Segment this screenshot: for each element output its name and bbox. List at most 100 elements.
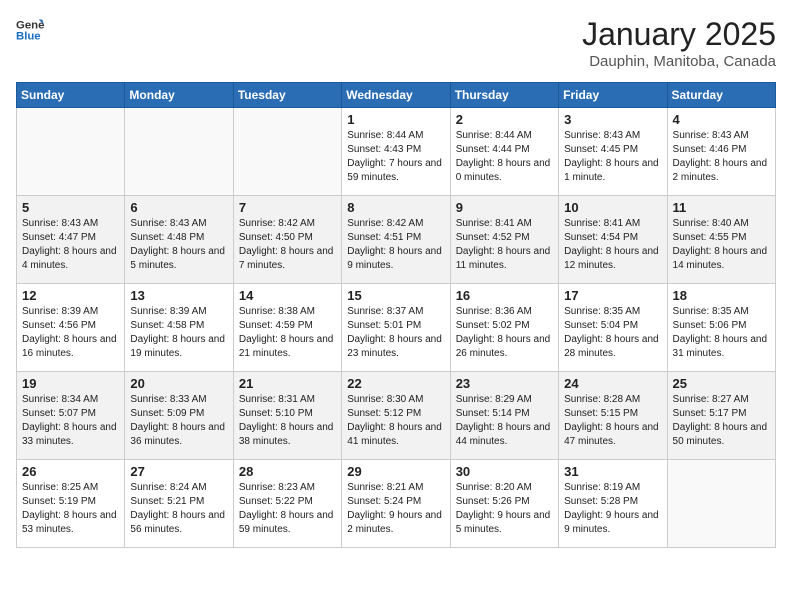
calendar-title: January 2025	[582, 16, 776, 53]
day-cell: 31 Sunrise: 8:19 AM Sunset: 5:28 PM Dayli…	[559, 460, 667, 548]
day-info: Sunrise: 8:41 AM Sunset: 4:54 PM Dayligh…	[564, 217, 661, 273]
day-cell: 4 Sunrise: 8:43 AM Sunset: 4:46 PM Daylig…	[667, 108, 775, 196]
day-info: Sunrise: 8:44 AM Sunset: 4:43 PM Dayligh…	[347, 129, 444, 185]
day-cell: 23Sunrise: 8:29 AM Sunset: 5:14 PM Dayli…	[450, 372, 558, 460]
calendar-subtitle: Dauphin, Manitoba, Canada	[582, 53, 776, 70]
day-info: Sunrise: 8:39 AM Sunset: 4:58 PM Dayligh…	[130, 305, 227, 361]
day-number: 14	[239, 288, 336, 303]
svg-text:General: General	[16, 19, 44, 31]
day-cell: 10 Sunrise: 8:41 AM Sunset: 4:54 PM Dayli…	[559, 196, 667, 284]
day-info: Sunrise: 8:36 AM Sunset: 5:02 PM Dayligh…	[456, 305, 553, 361]
day-cell: 8 Sunrise: 8:42 AM Sunset: 4:51 PM Daylig…	[342, 196, 450, 284]
day-cell: 5 Sunrise: 8:43 AM Sunset: 4:47 PM Daylig…	[17, 196, 125, 284]
header-friday: Friday	[559, 83, 667, 108]
day-number: 26	[22, 464, 119, 479]
day-info: Sunrise: 8:24 AM Sunset: 5:21 PM Dayligh…	[130, 481, 227, 537]
day-cell: 9 Sunrise: 8:41 AM Sunset: 4:52 PM Daylig…	[450, 196, 558, 284]
logo: General Blue	[16, 16, 44, 44]
day-info: Sunrise: 8:20 AM Sunset: 5:26 PM Dayligh…	[456, 481, 553, 537]
day-info: Sunrise: 8:19 AM Sunset: 5:28 PM Dayligh…	[564, 481, 661, 537]
day-info: Sunrise: 8:30 AM Sunset: 5:12 PM Dayligh…	[347, 393, 444, 449]
day-number: 8	[347, 200, 444, 215]
day-cell: 16 Sunrise: 8:36 AM Sunset: 5:02 PM Dayli…	[450, 284, 558, 372]
day-cell: 7 Sunrise: 8:42 AM Sunset: 4:50 PM Daylig…	[233, 196, 341, 284]
day-cell: 12Sunrise: 8:39 AM Sunset: 4:56 PM Dayli…	[17, 284, 125, 372]
day-number: 16	[456, 288, 553, 303]
day-number: 1	[347, 112, 444, 127]
header-sunday: Sunday	[17, 83, 125, 108]
day-info: Sunrise: 8:41 AM Sunset: 4:52 PM Dayligh…	[456, 217, 553, 273]
day-number: 11	[673, 200, 770, 215]
header-thursday: Thursday	[450, 83, 558, 108]
day-number: 17	[564, 288, 661, 303]
day-info: Sunrise: 8:42 AM Sunset: 4:50 PM Dayligh…	[239, 217, 336, 273]
week-row-2: 5 Sunrise: 8:43 AM Sunset: 4:47 PM Daylig…	[17, 196, 776, 284]
day-cell	[17, 108, 125, 196]
day-number: 19	[22, 376, 119, 391]
day-cell: 3Sunrise: 8:43 AM Sunset: 4:45 PM Daylig…	[559, 108, 667, 196]
day-number: 27	[130, 464, 227, 479]
day-info: Sunrise: 8:35 AM Sunset: 5:04 PM Dayligh…	[564, 305, 661, 361]
day-cell: 1 Sunrise: 8:44 AM Sunset: 4:43 PM Daylig…	[342, 108, 450, 196]
day-number: 25	[673, 376, 770, 391]
day-info: Sunrise: 8:31 AM Sunset: 5:10 PM Dayligh…	[239, 393, 336, 449]
day-number: 9	[456, 200, 553, 215]
day-info: Sunrise: 8:35 AM Sunset: 5:06 PM Dayligh…	[673, 305, 770, 361]
day-cell: 20Sunrise: 8:33 AM Sunset: 5:09 PM Dayli…	[125, 372, 233, 460]
day-number: 6	[130, 200, 227, 215]
day-cell: 19Sunrise: 8:34 AM Sunset: 5:07 PM Dayli…	[17, 372, 125, 460]
day-info: Sunrise: 8:23 AM Sunset: 5:22 PM Dayligh…	[239, 481, 336, 537]
day-number: 31	[564, 464, 661, 479]
day-cell: 26Sunrise: 8:25 AM Sunset: 5:19 PM Dayli…	[17, 460, 125, 548]
day-number: 13	[130, 288, 227, 303]
day-number: 3	[564, 112, 661, 127]
svg-text:Blue: Blue	[16, 31, 41, 43]
day-cell: 29 Sunrise: 8:21 AM Sunset: 5:24 PM Dayli…	[342, 460, 450, 548]
week-row-5: 26Sunrise: 8:25 AM Sunset: 5:19 PM Dayli…	[17, 460, 776, 548]
day-number: 15	[347, 288, 444, 303]
day-cell: 21 Sunrise: 8:31 AM Sunset: 5:10 PM Dayli…	[233, 372, 341, 460]
day-number: 21	[239, 376, 336, 391]
day-number: 2	[456, 112, 553, 127]
day-number: 7	[239, 200, 336, 215]
day-cell: 30Sunrise: 8:20 AM Sunset: 5:26 PM Dayli…	[450, 460, 558, 548]
day-info: Sunrise: 8:42 AM Sunset: 4:51 PM Dayligh…	[347, 217, 444, 273]
logo-icon: General Blue	[16, 16, 44, 44]
day-info: Sunrise: 8:43 AM Sunset: 4:46 PM Dayligh…	[673, 129, 770, 185]
day-info: Sunrise: 8:21 AM Sunset: 5:24 PM Dayligh…	[347, 481, 444, 537]
day-cell: 18 Sunrise: 8:35 AM Sunset: 5:06 PM Dayli…	[667, 284, 775, 372]
day-number: 22	[347, 376, 444, 391]
day-cell: 2Sunrise: 8:44 AM Sunset: 4:44 PM Daylig…	[450, 108, 558, 196]
day-number: 23	[456, 376, 553, 391]
day-cell: 22 Sunrise: 8:30 AM Sunset: 5:12 PM Dayli…	[342, 372, 450, 460]
day-cell: 13 Sunrise: 8:39 AM Sunset: 4:58 PM Dayli…	[125, 284, 233, 372]
title-block: January 2025 Dauphin, Manitoba, Canada	[582, 16, 776, 70]
day-cell: 11Sunrise: 8:40 AM Sunset: 4:55 PM Dayli…	[667, 196, 775, 284]
day-info: Sunrise: 8:28 AM Sunset: 5:15 PM Dayligh…	[564, 393, 661, 449]
day-number: 24	[564, 376, 661, 391]
day-info: Sunrise: 8:38 AM Sunset: 4:59 PM Dayligh…	[239, 305, 336, 361]
week-row-3: 12Sunrise: 8:39 AM Sunset: 4:56 PM Dayli…	[17, 284, 776, 372]
header-saturday: Saturday	[667, 83, 775, 108]
week-row-4: 19Sunrise: 8:34 AM Sunset: 5:07 PM Dayli…	[17, 372, 776, 460]
day-cell	[667, 460, 775, 548]
day-info: Sunrise: 8:39 AM Sunset: 4:56 PM Dayligh…	[22, 305, 119, 361]
day-cell: 25Sunrise: 8:27 AM Sunset: 5:17 PM Dayli…	[667, 372, 775, 460]
day-number: 29	[347, 464, 444, 479]
header-wednesday: Wednesday	[342, 83, 450, 108]
day-number: 4	[673, 112, 770, 127]
day-info: Sunrise: 8:43 AM Sunset: 4:47 PM Dayligh…	[22, 217, 119, 273]
day-cell: 24 Sunrise: 8:28 AM Sunset: 5:15 PM Dayli…	[559, 372, 667, 460]
week-row-1: 1 Sunrise: 8:44 AM Sunset: 4:43 PM Daylig…	[17, 108, 776, 196]
day-number: 28	[239, 464, 336, 479]
day-cell: 27 Sunrise: 8:24 AM Sunset: 5:21 PM Dayli…	[125, 460, 233, 548]
day-info: Sunrise: 8:37 AM Sunset: 5:01 PM Dayligh…	[347, 305, 444, 361]
day-cell: 14 Sunrise: 8:38 AM Sunset: 4:59 PM Dayli…	[233, 284, 341, 372]
day-number: 5	[22, 200, 119, 215]
day-cell	[233, 108, 341, 196]
day-cell: 15 Sunrise: 8:37 AM Sunset: 5:01 PM Dayli…	[342, 284, 450, 372]
header-monday: Monday	[125, 83, 233, 108]
day-number: 18	[673, 288, 770, 303]
day-cell: 6Sunrise: 8:43 AM Sunset: 4:48 PM Daylig…	[125, 196, 233, 284]
day-number: 10	[564, 200, 661, 215]
